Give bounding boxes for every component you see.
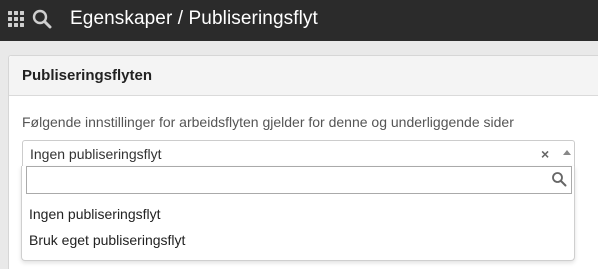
page-title: Egenskaper / Publiseringsflyt: [70, 8, 318, 29]
dropdown-search-box[interactable]: [26, 166, 572, 194]
clear-icon[interactable]: ×: [541, 145, 549, 163]
select-current-value: Ingen publiseringsflyt: [30, 146, 162, 162]
chevron-up-icon[interactable]: [563, 150, 571, 155]
panel-header: Publiseringsflyten: [9, 56, 598, 96]
dropdown-option-custom[interactable]: Bruk eget publiseringsflyt: [29, 232, 185, 248]
dropdown-option-none[interactable]: Ingen publiseringsflyt: [29, 206, 161, 222]
select-dropdown: Ingen publiseringsflyt Bruk eget publise…: [21, 166, 575, 261]
search-icon[interactable]: [32, 9, 52, 29]
publishing-flow-select[interactable]: Ingen publiseringsflyt ×: [22, 140, 575, 168]
panel-title: Publiseringsflyten: [22, 67, 153, 84]
dropdown-search-input[interactable]: [27, 167, 547, 193]
apps-grid-icon[interactable]: [8, 11, 25, 28]
search-icon: [552, 172, 567, 187]
panel-description: Følgende innstillinger for arbeidsflyten…: [22, 114, 514, 130]
top-bar: Egenskaper / Publiseringsflyt: [0, 0, 598, 41]
